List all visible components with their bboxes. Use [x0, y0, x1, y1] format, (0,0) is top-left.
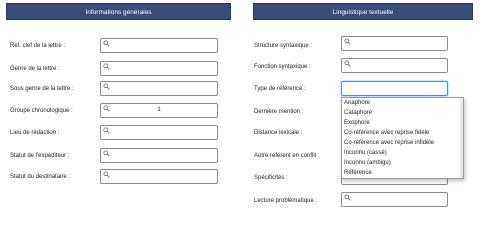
label-ref-clef: Ref. clef de la lettre :	[10, 43, 66, 49]
magnifier-icon	[344, 60, 351, 67]
label-statut-destinataire: Statut du destinataire :	[10, 174, 71, 180]
ref-clef-input[interactable]	[100, 38, 218, 53]
lieu-redaction-input[interactable]	[100, 125, 218, 140]
dropdown-option-anaphore[interactable]: Anaphore	[344, 99, 370, 109]
label-sous-genre: Sous genre de la lettre :	[10, 86, 74, 92]
label-autre-referent: Autre référent en conflit :	[254, 153, 320, 159]
magnifier-icon	[103, 40, 110, 47]
label-structure-syntaxique: Structure syntaxique :	[254, 43, 313, 49]
dropdown-option-inconnu-ambigu[interactable]: Inconnu (ambigu)	[344, 159, 391, 169]
label-fonction-syntaxique: Fonction syntaxique :	[254, 64, 311, 70]
dropdown-option-reference[interactable]: Référence	[344, 169, 372, 179]
magnifier-icon	[344, 194, 351, 201]
statut-destinataire-input[interactable]	[100, 169, 218, 184]
label-specificites: Spécificités :	[254, 175, 288, 181]
sous-genre-input[interactable]	[100, 81, 218, 96]
panel-header-informations-generales: Informations générales	[6, 3, 231, 20]
magnifier-icon	[103, 171, 110, 178]
genre-input[interactable]	[100, 61, 218, 76]
panel-header-linguistique-textuelle: Linguistique textuelle	[253, 3, 473, 20]
label-lieu-redaction: Lieu de rédaction :	[10, 130, 60, 136]
label-lecture-problematique: Lecture problématique :	[254, 198, 318, 204]
field-value: 1	[157, 107, 161, 113]
dropdown-option-coreference-infidele[interactable]: Co-référence avec reprise infidèle	[344, 139, 434, 149]
dropdown-option-cataphore[interactable]: Cataphore	[344, 109, 372, 119]
type-reference-dropdown[interactable]: Anaphore Cataphore Exophore Co-référence…	[341, 97, 464, 179]
dropdown-option-exophore[interactable]: Exophore	[344, 119, 370, 129]
magnifier-icon	[103, 63, 110, 70]
type-reference-input[interactable]	[341, 81, 448, 96]
label-derniere-mention: Dernière mention :	[254, 109, 304, 115]
label-distance-lexicale: Distance lexicale :	[254, 130, 303, 136]
label-genre: Genre de la lettre :	[10, 66, 60, 72]
lecture-problematique-input[interactable]	[341, 192, 448, 207]
magnifier-icon	[103, 127, 110, 134]
dropdown-scrollbar[interactable]	[460, 98, 463, 178]
dropdown-option-coreference-fidele[interactable]: Co-référence avec reprise fidèle	[344, 129, 429, 139]
statut-expediteur-input[interactable]	[100, 148, 218, 163]
magnifier-icon	[103, 150, 110, 157]
fonction-syntaxique-input[interactable]	[341, 58, 448, 73]
magnifier-icon	[344, 38, 351, 45]
label-statut-expediteur: Statut de l'expéditeur :	[10, 153, 70, 159]
label-groupe-chronologique: Groupe chronologique :	[10, 108, 73, 114]
dropdown-option-inconnu-casse[interactable]: Inconnu (cassé)	[344, 149, 387, 159]
groupe-chronologique-input[interactable]: 1	[100, 103, 218, 118]
magnifier-icon	[103, 83, 110, 90]
label-type-reference: Type de référence :	[254, 86, 306, 92]
structure-syntaxique-input[interactable]	[341, 36, 448, 51]
